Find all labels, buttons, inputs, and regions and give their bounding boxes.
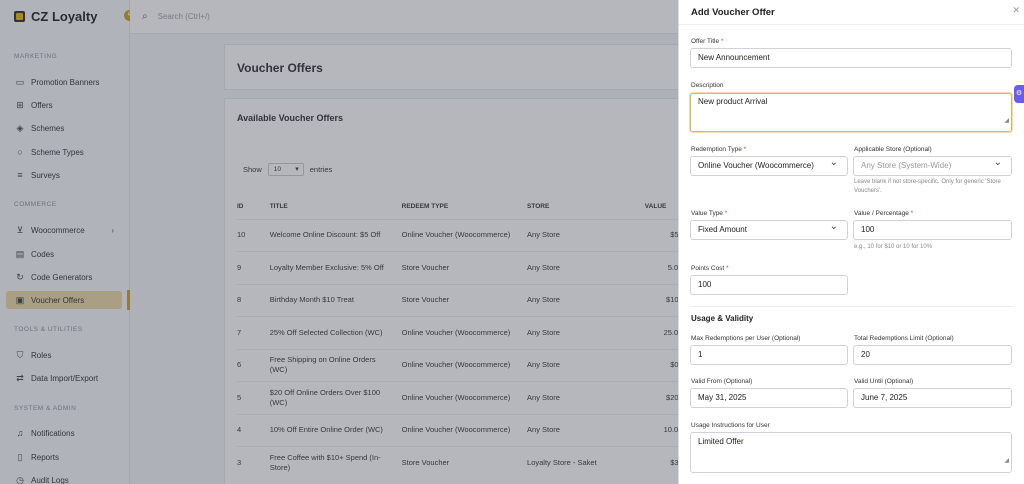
applicable-store-label: Applicable Store (Optional) (854, 146, 932, 153)
description-text: New product Arrival (698, 97, 768, 106)
max-redemptions-label: Max Redemptions per User (Optional) (691, 335, 801, 342)
offer-title-label: Offer Title * (691, 38, 724, 45)
value-type-select[interactable]: Fixed Amount (690, 218, 848, 240)
required-mark: * (910, 210, 914, 217)
required-mark: * (743, 146, 747, 153)
offer-title-input[interactable]: New Announcement (690, 48, 1012, 68)
total-limit-label: Total Redemptions Limit (Optional) (854, 335, 954, 342)
valid-until-input[interactable]: June 7, 2025 (853, 388, 1012, 408)
usage-instructions-label: Usage Instructions for User (691, 422, 770, 429)
resize-handle-icon[interactable]: ◢ (1004, 114, 1009, 129)
valid-until-label: Valid Until (Optional) (854, 378, 914, 385)
value-percentage-input[interactable]: 100 (853, 220, 1012, 240)
applicable-store-hint: Leave blank if not store-specific. Only … (854, 179, 1001, 194)
applicable-store-select[interactable]: Any Store (System-Wide) (853, 154, 1012, 176)
description-textarea[interactable]: New product Arrival ◢ (690, 93, 1012, 132)
description-label: Description (691, 82, 724, 89)
redemption-type-label: Redemption Type * (691, 146, 747, 153)
points-cost-label: Points Cost * (691, 265, 729, 272)
valid-from-input[interactable]: May 31, 2025 (690, 388, 848, 408)
usage-instructions-text: Limited Offer (698, 437, 744, 446)
close-icon[interactable]: ✕ (1012, 5, 1020, 16)
modal-backdrop[interactable] (0, 0, 678, 484)
redemption-type-select[interactable]: Online Voucher (Woocommerce) (690, 154, 848, 176)
usage-validity-heading: Usage & Validity (691, 314, 754, 323)
valid-from-label: Valid From (Optional) (691, 378, 753, 385)
points-cost-input[interactable]: 100 (690, 275, 848, 295)
section-divider (691, 306, 1013, 307)
usage-instructions-textarea[interactable]: Limited Offer ◢ (690, 432, 1012, 473)
total-limit-input[interactable]: 20 (853, 345, 1012, 365)
value-hint: e.g., 10 for $10 or 10 for 10% (854, 244, 933, 250)
resize-handle-icon[interactable]: ◢ (1004, 452, 1009, 470)
required-mark: * (726, 265, 729, 272)
add-voucher-drawer: Add Voucher Offer ✕ Offer Title * New An… (678, 0, 1024, 484)
settings-tab-icon[interactable]: ⚙ (1014, 85, 1024, 103)
max-redemptions-input[interactable]: 1 (690, 345, 848, 365)
drawer-header-divider (679, 24, 1024, 25)
value-percentage-label: Value / Percentage * (854, 210, 914, 217)
required-mark: * (720, 38, 724, 45)
required-mark: * (724, 210, 728, 217)
value-type-label: Value Type * (691, 210, 728, 217)
drawer-title: Add Voucher Offer (691, 7, 775, 18)
